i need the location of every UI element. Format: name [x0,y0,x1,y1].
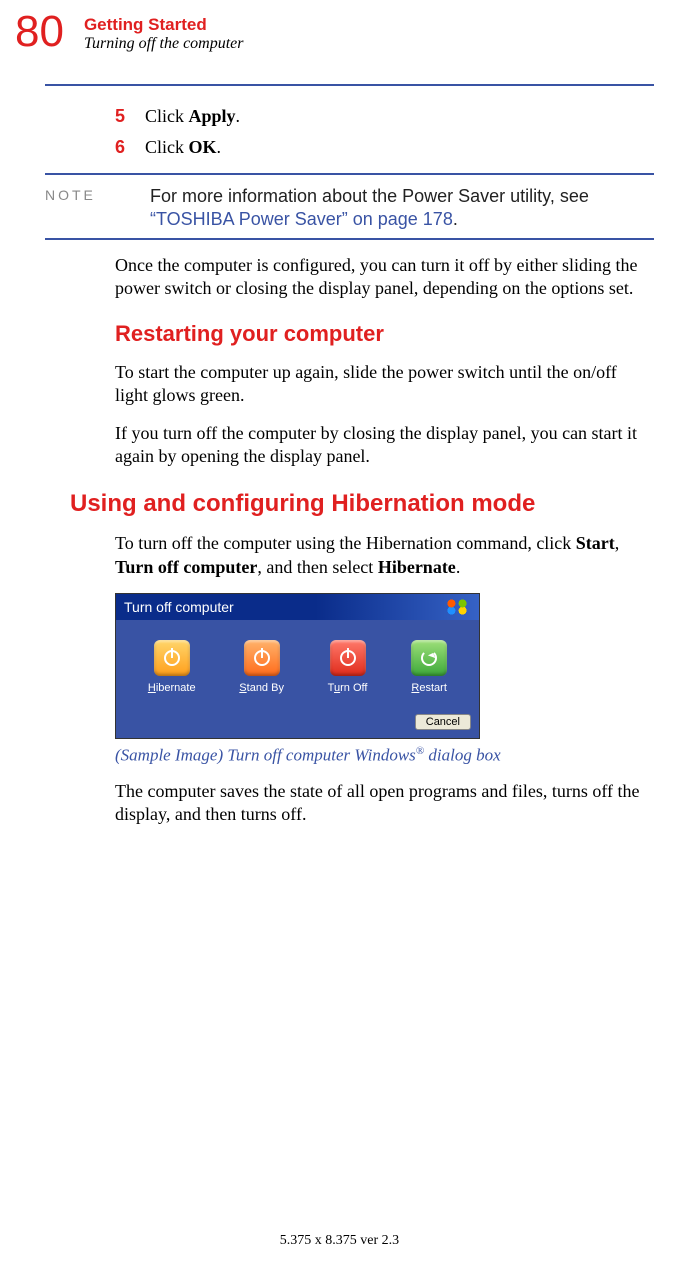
dialog-title: Turn off computer [124,599,234,615]
paragraph: The computer saves the state of all open… [115,780,644,827]
note-block: NOTE For more information about the Powe… [55,173,639,240]
turnoff-icon [330,640,366,676]
dialog-titlebar: Turn off computer [116,594,479,620]
image-caption: (Sample Image) Turn off computer Windows… [115,745,644,766]
step-number: 6 [115,137,145,158]
standby-label: Stand By [239,682,284,694]
page-header: 80 Getting Started Turning off the compu… [15,10,639,54]
turnoff-option[interactable]: Turn Off [328,640,368,694]
turnoff-label: Turn Off [328,682,368,694]
footer-version: 5.375 x 8.375 ver 2.3 [0,1233,679,1249]
paragraph: Once the computer is configured, you can… [115,254,644,301]
hibernate-icon [154,640,190,676]
page-number: 80 [15,10,64,54]
dialog-body: Hibernate Stand By Turn Off Restart [116,620,479,708]
section-subtitle: Turning off the computer [84,35,244,53]
hibernate-label: Hibernate [148,682,196,694]
restart-icon [411,640,447,676]
note-link[interactable]: “TOSHIBA Power Saver” on page 178 [150,209,453,229]
restart-option[interactable]: Restart [411,640,447,694]
step-number: 5 [115,106,145,127]
paragraph: To turn off the computer using the Hiber… [115,532,644,579]
divider [45,238,654,240]
note-text: For more information about the Power Sav… [150,185,639,230]
paragraph: To start the computer up again, slide th… [115,361,644,408]
restart-label: Restart [411,682,447,694]
step-text: Click OK. [145,137,644,158]
heading-restarting: Restarting your computer [115,321,644,347]
step-text: Click Apply. [145,106,644,127]
standby-icon [244,640,280,676]
chapter-title: Getting Started [84,15,244,35]
note-label: NOTE [45,185,150,230]
cancel-button[interactable]: Cancel [415,714,471,730]
dialog-footer: Cancel [116,708,479,738]
step-6: 6 Click OK. [115,137,644,158]
paragraph: If you turn off the computer by closing … [115,422,644,469]
step-5: 5 Click Apply. [115,106,644,127]
divider [45,84,654,86]
hibernate-option[interactable]: Hibernate [148,640,196,694]
standby-option[interactable]: Stand By [239,640,284,694]
windows-flag-icon [443,598,471,616]
heading-hibernation: Using and configuring Hibernation mode [70,490,639,518]
turn-off-dialog: Turn off computer Hibernate Stand By Tur… [115,593,480,739]
header-titles: Getting Started Turning off the computer [84,10,244,53]
step-list: 5 Click Apply. 6 Click OK. [115,106,644,158]
